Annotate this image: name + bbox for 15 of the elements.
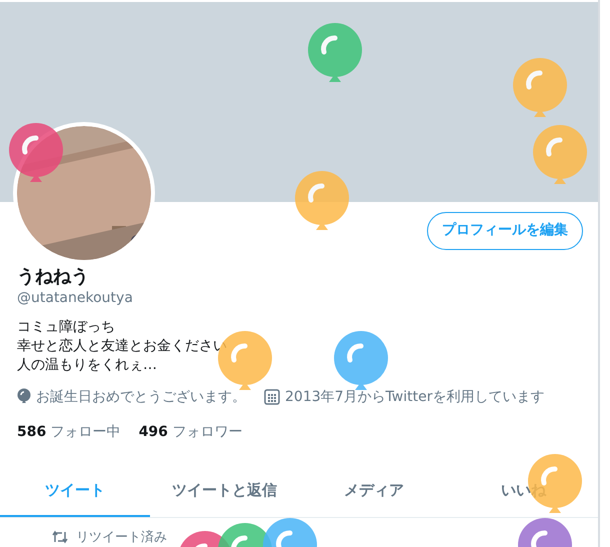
- profile-handle: @utatanekoutya: [17, 288, 133, 308]
- retweet-icon: [52, 530, 68, 544]
- profile-tab[interactable]: いいね: [448, 466, 598, 516]
- follow-stat-link[interactable]: 496 フォロワー: [138, 422, 242, 442]
- follow-stat-link[interactable]: 586 フォロー中: [17, 422, 121, 442]
- balloon-icon: [17, 388, 31, 406]
- profile-tab[interactable]: ツイート: [0, 466, 150, 516]
- profile-tab[interactable]: ツイートと返信: [150, 466, 299, 516]
- profile-tab[interactable]: メディア: [299, 466, 448, 516]
- edit-profile-button[interactable]: プロフィールを編集: [427, 212, 583, 250]
- profile-name: うねねう: [17, 266, 89, 288]
- retweet-note: リツイート済み: [76, 528, 167, 546]
- join-date-text: 2013年7月からTwitterを利用しています: [285, 388, 544, 406]
- calendar-icon: [264, 389, 280, 405]
- birthday-text: お誕生日おめでとうございます。: [36, 388, 246, 406]
